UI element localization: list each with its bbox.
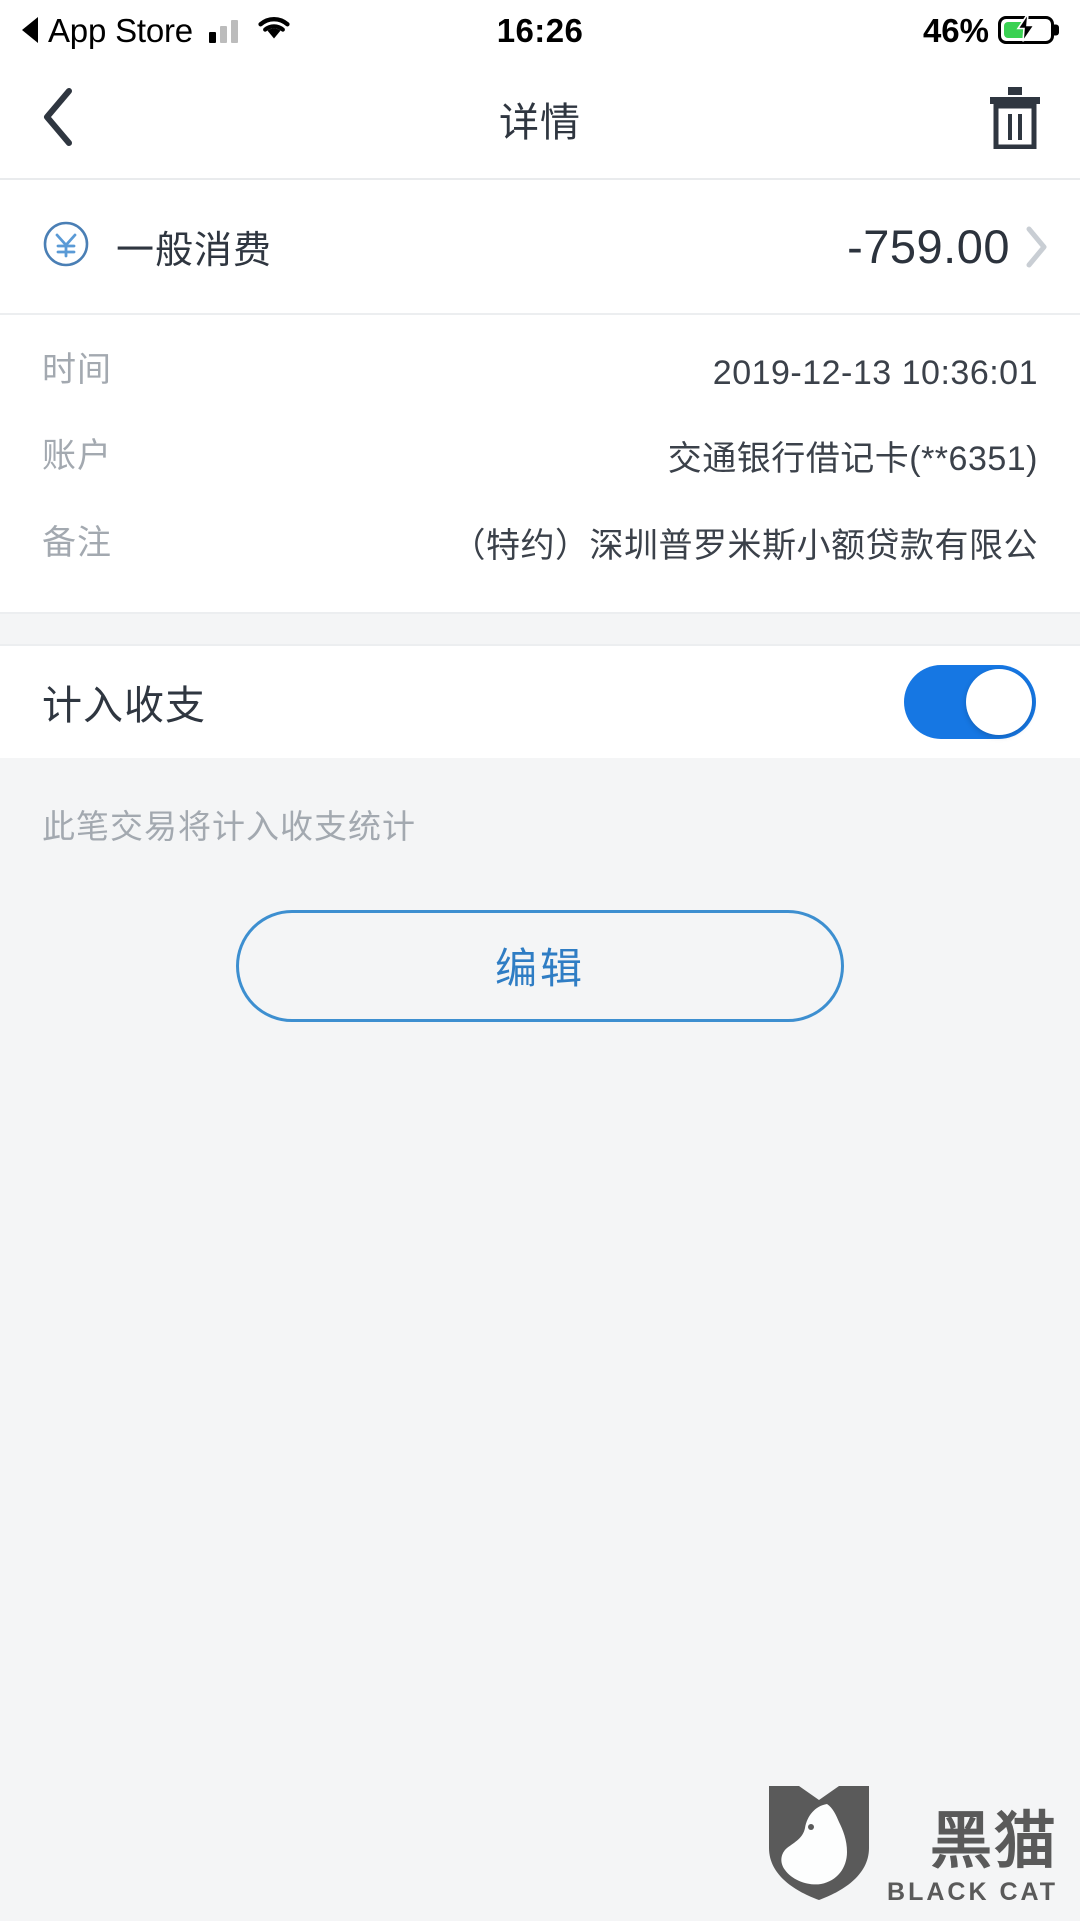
- detail-value: 交通银行借记卡(**6351): [667, 440, 1038, 479]
- transaction-details-list: 时间 2019-12-13 10:36:01 账户 交通银行借记卡(**6351…: [0, 315, 1080, 612]
- transaction-amount: -759.00: [847, 220, 1010, 273]
- navigation-bar: 详情: [0, 60, 1080, 180]
- watermark-text: 黑猫 BLACK CAT: [887, 1810, 1058, 1905]
- edit-button[interactable]: 编辑: [236, 909, 844, 1022]
- detail-value: 2019-12-13 10:36:01: [712, 354, 1038, 392]
- battery-charging-icon: [998, 13, 1054, 45]
- black-cat-shield-icon: [765, 1782, 873, 1905]
- yen-circle-icon: [42, 220, 90, 273]
- detail-row-remark: 备注 （特约）深圳普罗米斯小额贷款有限公: [42, 522, 1038, 570]
- detail-label: 备注: [42, 523, 112, 562]
- include-in-budget-hint: 此笔交易将计入收支统计: [42, 807, 416, 845]
- include-in-budget-toggle[interactable]: [904, 664, 1036, 739]
- transaction-summary-row[interactable]: 一般消费 -759.00: [0, 180, 1080, 315]
- section-divider: [0, 611, 1080, 646]
- include-in-budget-label: 计入收支: [42, 683, 206, 728]
- detail-row-account: 账户 交通银行借记卡(**6351): [42, 435, 1038, 483]
- status-bar: App Store 16:26 46%: [0, 0, 1080, 60]
- watermark-name-en: BLACK CAT: [887, 1878, 1058, 1906]
- detail-value: （特约）深圳普罗米斯小额贷款有限公: [451, 526, 1038, 565]
- detail-label: 时间: [42, 351, 112, 389]
- detail-row-time: 时间 2019-12-13 10:36:01: [42, 349, 1038, 397]
- include-in-budget-row[interactable]: 计入收支: [0, 645, 1080, 758]
- toggle-knob: [966, 668, 1032, 735]
- status-bar-clock: 16:26: [496, 11, 584, 49]
- chevron-right-icon: [1024, 225, 1050, 269]
- app-screen: App Store 16:26 46% 详情 一般消费 -759.00 时间 2…: [0, 0, 1080, 1921]
- page-title: 详情: [499, 101, 581, 145]
- watermark-name-cn: 黑猫: [929, 1804, 1058, 1877]
- detail-label: 账户: [42, 437, 112, 476]
- footer-area: 此笔交易将计入收支统计 编辑 黑猫 BLACK CAT: [0, 757, 1080, 1921]
- transaction-category-label: 一般消费: [116, 230, 273, 272]
- edit-button-wrapper: 编辑: [42, 909, 1038, 1022]
- watermark: 黑猫 BLACK CAT: [765, 1782, 1058, 1905]
- transaction-card: 一般消费 -759.00 时间 2019-12-13 10:36:01 账户 交…: [0, 180, 1080, 612]
